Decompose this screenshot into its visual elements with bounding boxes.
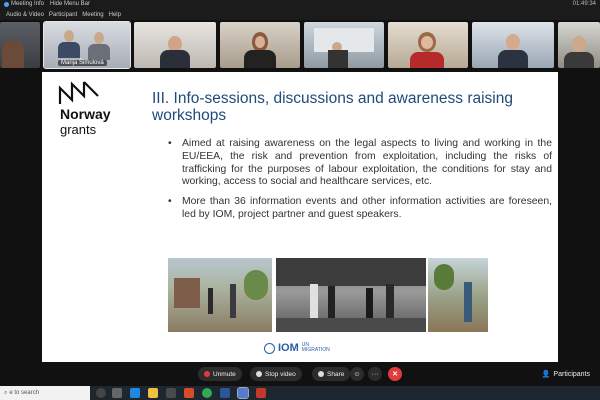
menu-audio-video[interactable]: Audio & Video <box>6 12 44 18</box>
participant-tile[interactable] <box>558 22 600 68</box>
powerpoint-icon[interactable] <box>256 388 266 398</box>
webex-icon[interactable] <box>237 387 249 399</box>
meeting-info-button[interactable]: Meeting Info <box>4 1 44 7</box>
unmute-button[interactable]: Unmute <box>198 367 242 381</box>
edge-icon[interactable] <box>130 388 140 398</box>
window-title-bar: Meeting Info Hide Menu Bar 01:49:34 <box>0 0 600 10</box>
participants-button[interactable]: 👤 Participants <box>541 370 590 379</box>
participant-tile[interactable] <box>472 22 554 68</box>
bullet-item: Aimed at raising awareness on the legal … <box>168 138 552 189</box>
end-call-icon: ✕ <box>392 371 398 378</box>
participant-tile-active[interactable]: Marija Šimulová <box>43 21 131 69</box>
search-icon: ⌕ <box>4 389 8 396</box>
un-migration-text: UN MIGRATION <box>302 343 330 353</box>
hide-menu-bar-button[interactable]: Hide Menu Bar <box>50 1 90 7</box>
word-icon[interactable] <box>220 388 230 398</box>
menu-bar: Audio & Video Participant Meeting Help <box>0 10 600 20</box>
windows-taskbar: ⌕ e to search <box>0 386 600 400</box>
norway-grants-logo-icon <box>58 81 99 104</box>
photo-village-street <box>168 258 272 332</box>
meeting-timer: 01:49:34 <box>572 1 596 7</box>
share-button[interactable]: Share <box>312 367 351 381</box>
outlook-icon[interactable] <box>184 388 194 398</box>
participant-strip: Marija Šimulová <box>0 20 600 70</box>
menu-participant[interactable]: Participant <box>49 12 77 18</box>
more-options-button[interactable]: ··· <box>368 367 382 381</box>
meeting-info-label: Meeting Info <box>11 1 45 7</box>
info-icon <box>4 1 9 7</box>
shared-slide: Norway grants III. Info-sessions, discus… <box>42 72 558 362</box>
menu-meeting[interactable]: Meeting <box>82 12 103 18</box>
participant-tile[interactable] <box>220 22 300 68</box>
unmute-label: Unmute <box>213 370 236 378</box>
slide-bullets: Aimed at raising awareness on the legal … <box>168 138 552 229</box>
photo-street-group-bw <box>276 258 426 332</box>
smiley-icon: ☺ <box>353 370 361 378</box>
mic-muted-icon <box>204 371 210 377</box>
cortana-icon[interactable] <box>96 388 106 398</box>
reactions-button[interactable]: ☺ <box>350 367 364 381</box>
video-camera-icon <box>256 371 262 377</box>
participant-tile[interactable] <box>0 22 40 68</box>
taskbar-search[interactable]: ⌕ e to search <box>0 386 90 400</box>
stop-video-label: Stop video <box>265 370 296 378</box>
participant-tile[interactable] <box>388 22 468 68</box>
iom-text: IOM <box>278 342 299 354</box>
share-label: Share <box>327 370 345 378</box>
menu-help[interactable]: Help <box>109 12 121 18</box>
photo-woman-outdoors <box>428 258 488 332</box>
meeting-controls: Unmute Stop video Share ☺ ··· ✕ 👤 Partic… <box>0 362 600 386</box>
un-globe-icon <box>264 342 275 354</box>
person-icon: 👤 <box>541 371 551 378</box>
logo-grants-text: grants <box>60 122 97 137</box>
more-icon: ··· <box>371 370 379 378</box>
stop-video-button[interactable]: Stop video <box>250 367 302 381</box>
task-view-icon[interactable] <box>112 388 122 398</box>
migration-label: MIGRATION <box>301 347 330 353</box>
participant-tile[interactable] <box>304 22 384 68</box>
store-icon[interactable] <box>166 388 176 398</box>
logo-norway-text: Norway <box>60 106 111 122</box>
share-icon <box>318 371 324 377</box>
file-explorer-icon[interactable] <box>148 388 158 398</box>
iom-logo: IOM UN MIGRATION <box>264 342 330 354</box>
search-placeholder: e to search <box>9 390 40 396</box>
end-call-button[interactable]: ✕ <box>388 367 402 381</box>
participant-name: Marija Šimulová <box>58 60 107 66</box>
slide-title: III. Info-sessions, discussions and awar… <box>152 90 513 124</box>
bullet-item: More than 36 information events and othe… <box>168 196 552 222</box>
chrome-icon[interactable] <box>202 388 212 398</box>
participant-tile[interactable] <box>134 22 216 68</box>
participants-label: Participants <box>553 370 590 378</box>
